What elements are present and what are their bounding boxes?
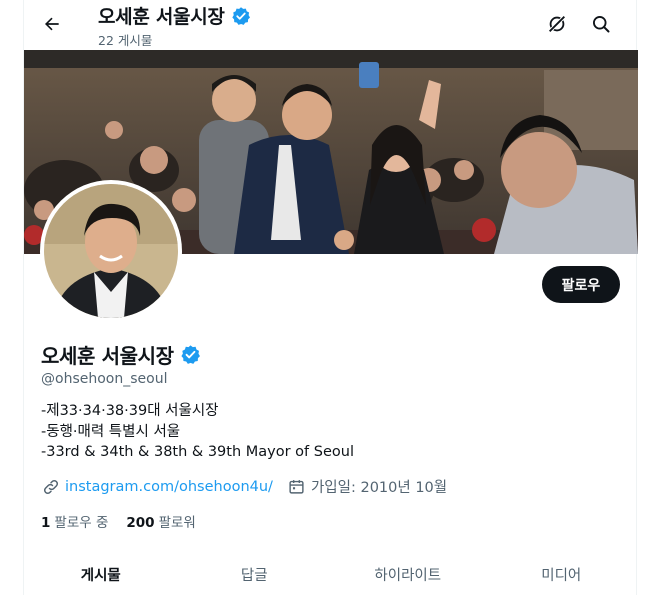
following-label: 팔로우 중	[54, 515, 109, 531]
verified-badge-icon[interactable]	[180, 344, 201, 365]
top-bar: 오세훈 서울시장 22 게시물	[24, 0, 638, 50]
followers-count-link[interactable]: 200 팔로워	[126, 511, 195, 531]
following-count-link[interactable]: 1 팔로우 중	[41, 511, 108, 531]
bio-line: -33rd & 34th & 38th & 39th Mayor of Seou…	[41, 444, 354, 460]
profile-bio: -제33·34·38·39대 서울시장 -동행·매력 특별시 서울 -33rd …	[41, 401, 354, 463]
profile-name: 오세훈 서울시장	[41, 344, 174, 368]
verified-badge-icon	[231, 6, 250, 25]
header-name: 오세훈 서울시장	[98, 6, 225, 28]
followers-count: 200	[126, 515, 155, 531]
profile-meta: instagram.com/ohsehoon4u/ 가입일: 2010년 10월	[41, 476, 447, 497]
search-icon	[593, 16, 610, 33]
profile-link[interactable]: instagram.com/ohsehoon4u/	[65, 479, 273, 495]
tab-highlights[interactable]: 하이라이트	[331, 553, 485, 595]
follow-counts: 1 팔로우 중 200 팔로워	[41, 511, 214, 531]
profile-handle: @ohsehoon_seoul	[41, 371, 168, 387]
bio-line: -제33·34·38·39대 서울시장	[41, 403, 219, 419]
avatar-photo	[44, 184, 178, 318]
search-button[interactable]	[587, 10, 615, 38]
header-title: 오세훈 서울시장	[98, 2, 251, 29]
profile-page: 오세훈 서울시장 22 게시물 팔로우 오세훈 서울시장 @ohsehoon_s…	[23, 0, 638, 595]
back-button[interactable]	[36, 8, 68, 40]
following-count: 1	[41, 515, 51, 531]
grok-icon	[548, 15, 566, 33]
follow-button[interactable]: 팔로우	[542, 266, 620, 303]
avatar	[44, 184, 178, 318]
back-arrow-icon	[45, 17, 59, 31]
grok-button[interactable]	[543, 10, 571, 38]
calendar-icon	[287, 477, 307, 497]
bio-line: -동행·매력 특별시 서울	[41, 423, 181, 440]
tab-media[interactable]: 미디어	[485, 553, 639, 595]
followers-label: 팔로워	[158, 515, 196, 531]
joined-date: 가입일: 2010년 10월	[310, 480, 448, 496]
profile-name-row: 오세훈 서울시장	[41, 340, 201, 369]
profile-tabs: 게시물 답글 하이라이트 미디어	[24, 553, 638, 595]
tab-posts[interactable]: 게시물	[24, 553, 178, 595]
tab-replies[interactable]: 답글	[178, 553, 332, 595]
profile-avatar[interactable]	[40, 180, 182, 322]
link-icon	[41, 477, 61, 497]
header-post-count: 22 게시물	[98, 33, 153, 48]
